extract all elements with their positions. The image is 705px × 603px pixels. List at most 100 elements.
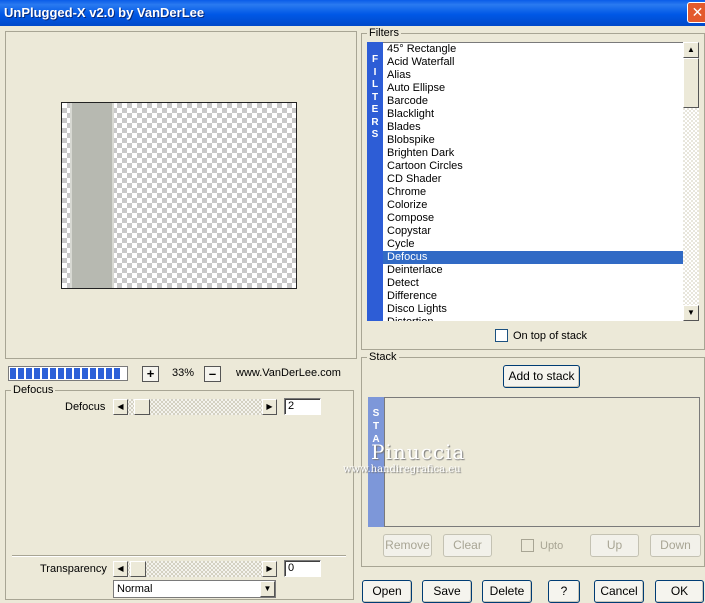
blend-mode-select[interactable]: Normal ▼ — [113, 580, 276, 598]
filters-list[interactable]: 45° Rectangle Acid Waterfall Alias Auto Ell… — [383, 42, 683, 321]
progress-segment — [74, 368, 80, 379]
filter-list-item[interactable]: Copystar — [383, 225, 683, 238]
filter-list-item[interactable]: Compose — [383, 212, 683, 225]
preview-panel[interactable] — [5, 31, 357, 359]
progress-segment — [82, 368, 88, 379]
zoom-out-button[interactable]: – — [204, 366, 221, 382]
filter-list-item[interactable]: Acid Waterfall — [383, 56, 683, 69]
defocus-decrease-button[interactable]: ◀ — [113, 399, 128, 415]
progress-segment — [50, 368, 56, 379]
filters-tab-letter: T — [371, 91, 379, 103]
stack-tab-letter: S — [372, 408, 380, 419]
title-bar[interactable]: UnPlugged-X v2.0 by VanDerLee ✕ — [0, 0, 705, 26]
help-button[interactable]: ? — [548, 580, 580, 603]
website-link[interactable]: www.VanDerLee.com — [236, 367, 341, 379]
progress-segment — [66, 368, 72, 379]
filters-group-label: Filters — [367, 27, 401, 39]
transparency-increase-button[interactable]: ▶ — [262, 561, 277, 577]
filter-list-item[interactable]: Blobspike — [383, 134, 683, 147]
filter-list-item[interactable]: Chrome — [383, 186, 683, 199]
upto-label: Upto — [540, 540, 564, 552]
settings-group-label: Defocus — [11, 384, 56, 396]
watermark-url: www.handiregrafica.eu — [343, 464, 461, 475]
filters-tab-letter: L — [371, 79, 379, 90]
remove-button[interactable]: Remove — [383, 534, 432, 557]
down-button[interactable]: Down — [650, 534, 701, 557]
plus-icon: + — [146, 366, 155, 381]
transparency-slider-thumb[interactable] — [130, 561, 146, 577]
arrow-up-icon: ▲ — [687, 45, 695, 54]
filter-list-item[interactable]: Detect — [383, 277, 683, 290]
stack-group-label: Stack — [367, 351, 399, 363]
close-icon: ✕ — [691, 4, 704, 20]
progress-segment — [98, 368, 104, 379]
scroll-down-button[interactable]: ▼ — [683, 305, 699, 321]
filters-tab-letter: E — [371, 104, 379, 115]
defocus-value-field[interactable]: 2 — [284, 398, 321, 415]
progress-segment — [10, 368, 16, 379]
filter-list-item[interactable]: Distortion — [383, 316, 683, 321]
filter-list-item[interactable]: Defocus — [383, 251, 683, 264]
filter-list-item[interactable]: Auto Ellipse — [383, 82, 683, 95]
save-button[interactable]: Save — [422, 580, 472, 603]
scroll-thumb[interactable] — [683, 58, 699, 108]
open-button[interactable]: Open — [362, 580, 412, 603]
filter-list-item[interactable]: Colorize — [383, 199, 683, 212]
watermark: Pinuccia www.handiregrafica.eu — [343, 440, 465, 475]
filters-tab-letter: S — [371, 129, 379, 140]
preview-image[interactable] — [61, 102, 297, 289]
transparency-value-field[interactable]: 0 — [284, 560, 321, 577]
defocus-slider-thumb[interactable] — [134, 399, 150, 415]
close-button[interactable]: ✕ — [687, 2, 705, 23]
arrow-right-icon: ▶ — [266, 402, 273, 411]
filter-list-item[interactable]: Brighten Dark — [383, 147, 683, 160]
filter-list-item[interactable]: CD Shader — [383, 173, 683, 186]
filter-list-item[interactable]: Blacklight — [383, 108, 683, 121]
progress-segment — [18, 368, 24, 379]
zoom-in-button[interactable]: + — [142, 366, 159, 382]
chevron-down-icon[interactable]: ▼ — [260, 581, 275, 597]
filters-tab-letter: I — [373, 66, 377, 78]
progress-segment — [42, 368, 48, 379]
filter-list-item[interactable]: Disco Lights — [383, 303, 683, 316]
arrow-left-icon: ◀ — [117, 564, 124, 573]
defocus-increase-button[interactable]: ▶ — [262, 399, 277, 415]
progress-segment — [26, 368, 32, 379]
progress-segment — [58, 368, 64, 379]
divider — [12, 555, 346, 557]
upto-checkbox[interactable] — [521, 539, 534, 552]
on-top-label: On top of stack — [513, 330, 587, 342]
arrow-left-icon: ◀ — [117, 402, 124, 411]
on-top-checkbox[interactable] — [495, 329, 508, 342]
preview-effect-band — [70, 103, 114, 288]
filter-list-item[interactable]: Blades — [383, 121, 683, 134]
delete-button[interactable]: Delete — [482, 580, 532, 603]
clear-button[interactable]: Clear — [443, 534, 492, 557]
cancel-button[interactable]: Cancel — [594, 580, 644, 603]
progress-segment — [34, 368, 40, 379]
filter-list-item[interactable]: Alias — [383, 69, 683, 82]
zoom-level: 33% — [171, 367, 195, 379]
filters-tab-letter: R — [371, 116, 379, 128]
filter-list-item[interactable]: Barcode — [383, 95, 683, 108]
blend-mode-value: Normal — [117, 583, 153, 595]
filter-list-item[interactable]: Cycle — [383, 238, 683, 251]
transparency-label: Transparency — [40, 563, 107, 575]
filters-tab: FILTERS — [367, 42, 383, 321]
filter-list-item[interactable]: 45° Rectangle — [383, 43, 683, 56]
transparency-decrease-button[interactable]: ◀ — [113, 561, 128, 577]
filters-scrollbar[interactable]: ▲ ▼ — [683, 42, 699, 321]
filter-list-item[interactable]: Difference — [383, 290, 683, 303]
up-button[interactable]: Up — [590, 534, 639, 557]
progress-bar — [8, 366, 128, 381]
filter-list-item[interactable]: Deinterlace — [383, 264, 683, 277]
add-to-stack-button[interactable]: Add to stack — [503, 365, 580, 388]
defocus-label: Defocus — [65, 401, 106, 413]
minus-icon: – — [208, 366, 217, 381]
filters-tab-letter: F — [371, 54, 379, 65]
progress-segment — [90, 368, 96, 379]
ok-button[interactable]: OK — [655, 580, 704, 603]
progress-segment — [114, 368, 120, 379]
scroll-up-button[interactable]: ▲ — [683, 42, 699, 58]
filter-list-item[interactable]: Cartoon Circles — [383, 160, 683, 173]
